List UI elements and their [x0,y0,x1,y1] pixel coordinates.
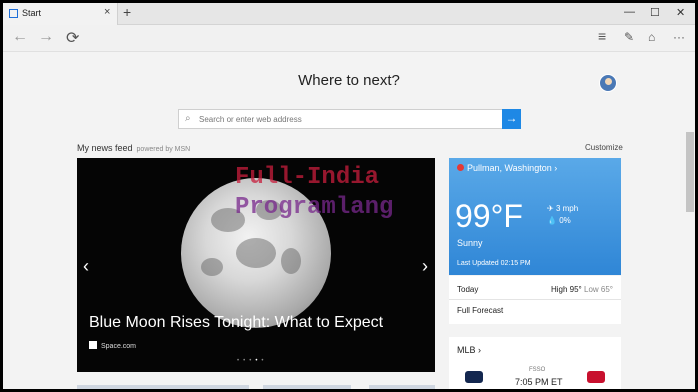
weather-updated: Last Updated 02:15 PM [457,260,531,267]
high-temp: High 95° [550,285,582,294]
tab-bar: Start × + — ☐ ✕ [3,3,695,25]
close-tab-icon[interactable]: × [104,6,110,18]
watermark-line-2: Programlang [235,194,394,221]
hub-button[interactable]: ≡ [598,28,606,44]
source-logo-icon [89,341,97,349]
start-page: Where to next? ⌕ → My news feedpowered b… [3,51,695,389]
weather-card[interactable]: Pullman, Washington › 99°F ✈ 3 mph 💧 0% … [449,158,621,275]
feed-title: My news feed [77,143,133,153]
browser-window: Start × + — ☐ ✕ ← → ⟳ ≡ ✎ ⌂ ··· Where to… [3,3,695,389]
carousel-dot[interactable]: ••• [237,358,255,364]
location-pin-icon [457,164,464,171]
feed-powered: powered by MSN [136,146,191,153]
tab-label: Start [22,8,42,18]
new-tab-button[interactable]: + [123,4,131,20]
hero-headline[interactable]: Blue Moon Rises Tonight: What to Expect [89,314,383,332]
weather-wind: ✈ 3 mph [547,204,579,213]
search-icon: ⌕ [185,113,191,124]
page-icon [9,9,18,18]
precip-value: 0% [559,216,571,225]
mlb-time: 7:05 PM ET [515,377,563,387]
low-temp: Low 65° [584,285,613,294]
more-button[interactable]: ··· [673,30,685,44]
share-button[interactable]: ⌂ [648,30,655,44]
mlb-network: FSSO [529,367,546,373]
minimize-button[interactable]: — [624,6,635,18]
location-name: Pullman, Washington [467,163,552,173]
go-button[interactable]: → [502,109,521,129]
carousel-dot[interactable]: • [261,358,267,364]
scrollbar[interactable] [686,132,694,212]
today-highlow: High 95° Low 65° [551,285,613,294]
next-slide-icon[interactable]: › [422,256,428,277]
mlb-label: MLB [457,345,476,355]
team-logo-icon [465,371,483,383]
forward-button[interactable]: → [38,28,54,46]
weather-precip: 💧 0% [547,216,571,225]
avatar[interactable] [599,74,617,92]
news-thumbnail[interactable] [77,385,249,389]
page-title: Where to next? [298,72,400,89]
team-logo-icon [587,371,605,383]
carousel-dots[interactable]: ••••• [237,358,268,364]
source-name: Space.com [101,343,137,350]
search-input[interactable] [199,112,499,126]
back-button[interactable]: ← [12,28,28,46]
hero-source: Space.com [89,341,136,350]
weather-condition: Sunny [457,238,483,248]
maximize-button[interactable]: ☐ [650,6,660,19]
tab-start[interactable]: Start × [3,3,118,25]
feed-header: My news feed powered by MSN [77,143,190,153]
full-forecast-link[interactable]: Full Forecast [457,306,503,315]
mlb-header[interactable]: MLB › [457,345,481,355]
refresh-button[interactable]: ⟳ [66,28,79,48]
prev-slide-icon[interactable]: ‹ [83,256,89,277]
forecast-card[interactable]: Today High 95° Low 65° Full Forecast [449,276,621,324]
weather-location: Pullman, Washington › [457,163,557,173]
search-box[interactable]: ⌕ → [178,109,521,129]
today-label: Today [457,285,479,294]
divider [449,299,621,300]
mlb-card[interactable]: MLB › FSSO 7:05 PM ET [449,337,621,389]
weather-temp: 99°F [455,198,523,234]
web-note-button[interactable]: ✎ [624,30,634,44]
close-window-button[interactable]: ✕ [676,6,685,19]
news-thumbnail[interactable] [263,385,351,389]
news-thumbnail[interactable] [369,385,435,389]
customize-link[interactable]: Customize [585,143,623,152]
wind-value: 3 mph [555,204,579,213]
watermark-line-1: Full-India [235,164,380,191]
nav-bar: ← → ⟳ ≡ ✎ ⌂ ··· [3,25,695,51]
